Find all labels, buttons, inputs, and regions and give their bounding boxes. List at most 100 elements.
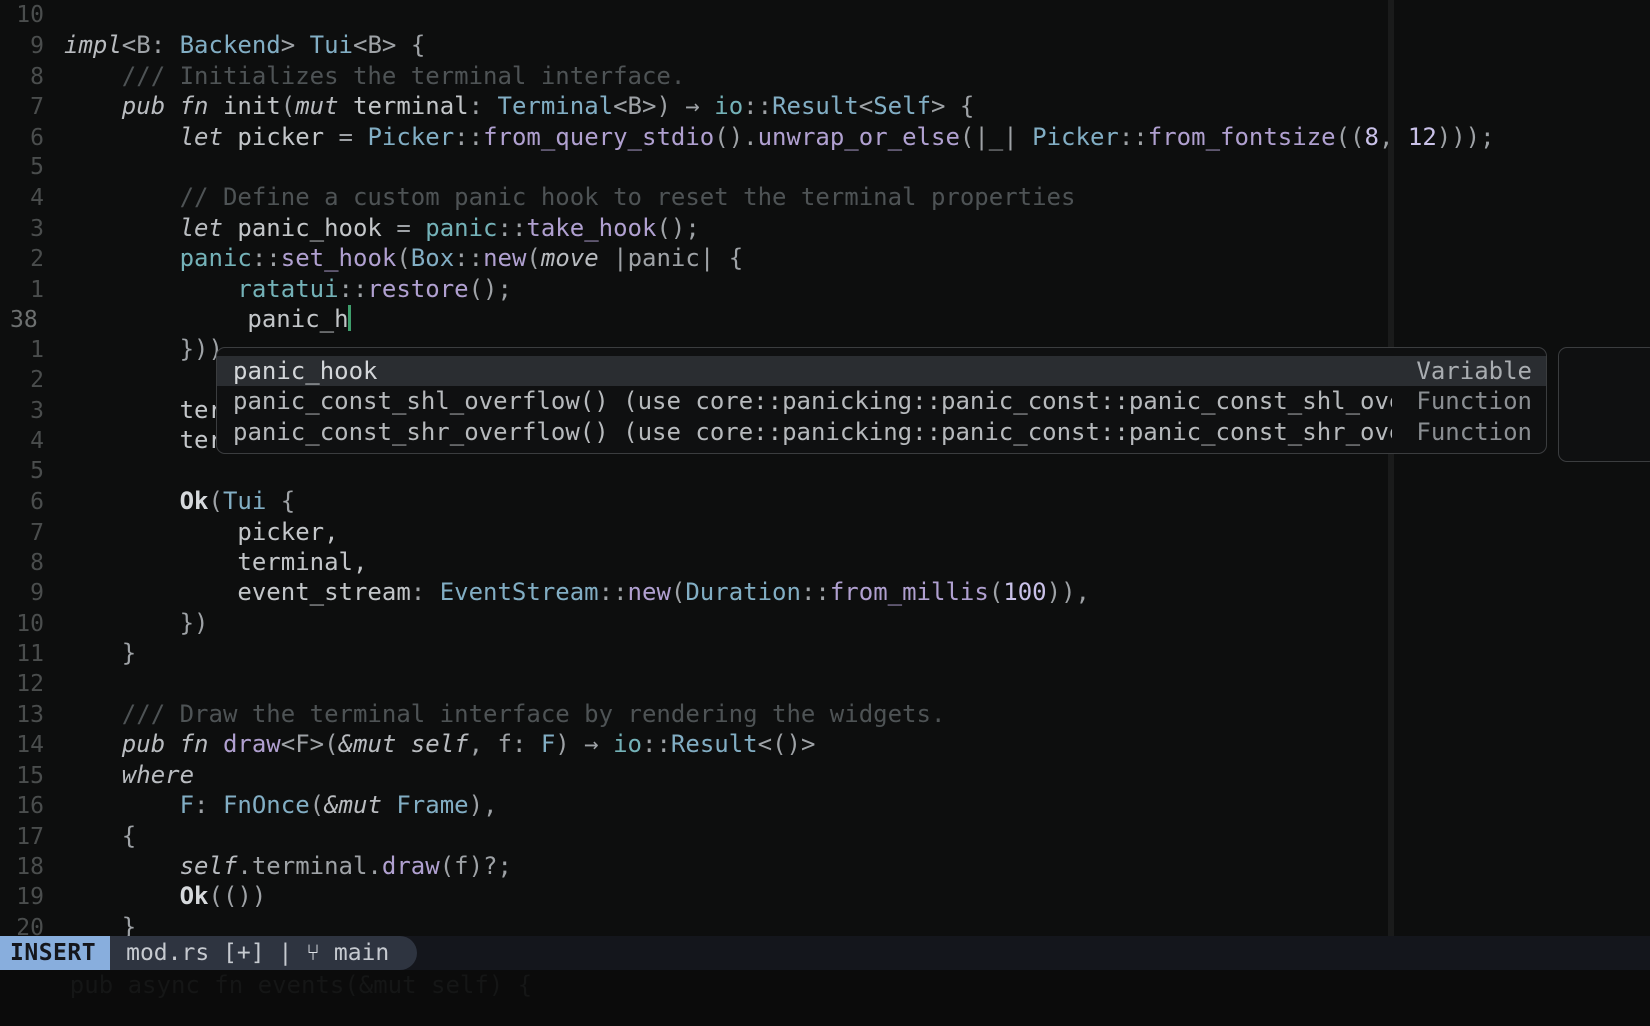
code-token: ::: [497, 213, 527, 242]
code-line[interactable]: 17 {: [0, 821, 1650, 851]
code-line-text: let panic_hook = panic::take_hook();: [44, 213, 700, 243]
code-line[interactable]: 20 }: [0, 912, 1650, 936]
spacer-3: [292, 940, 306, 966]
code-lines-container[interactable]: 10 9 impl<B: Backend> Tui<B> {8 /// Initia…: [0, 0, 1650, 936]
code-line[interactable]: 1 ratatui::restore();: [0, 274, 1650, 304]
code-token: ::: [338, 274, 368, 303]
line-number: 16: [16, 793, 44, 820]
code-token: <()>: [757, 730, 816, 759]
code-line[interactable]: 9 event_stream: EventStream::new(Duratio…: [0, 577, 1650, 607]
code-line-text: impl<B: Backend> Tui<B> {: [44, 30, 425, 60]
git-branch-label: main: [333, 940, 390, 966]
code-line-text: panic_h: [54, 304, 351, 334]
code-line[interactable]: 7 picker,: [0, 517, 1650, 547]
line-number: 4: [30, 185, 44, 212]
code-token: ::: [251, 244, 281, 273]
code-line[interactable]: 19 Ok(()): [0, 881, 1650, 911]
completion-popup[interactable]: panic_hook Variable panic_const_shl_overfl…: [216, 347, 1547, 455]
line-number: 1: [30, 276, 44, 303]
code-line[interactable]: 6 let picker = Picker::from_query_stdio(…: [0, 122, 1650, 152]
code-line[interactable]: 13 /// Draw the terminal interface by re…: [0, 699, 1650, 729]
line-number: 9: [30, 33, 44, 60]
code-line-text: terminal,: [44, 547, 367, 577]
code-line[interactable]: 4 // Define a custom panic hook to reset…: [0, 182, 1650, 212]
code-line[interactable]: 7 pub fn init(mut terminal: Terminal<B>)…: [0, 91, 1650, 121]
code-line[interactable]: 18 self.terminal.draw(f)?;: [0, 851, 1650, 881]
code-line[interactable]: 2 panic::set_hook(Box::new(move |panic| …: [0, 243, 1650, 273]
line-number: 2: [30, 246, 44, 273]
vertical-scrollbar-divider[interactable]: [1388, 0, 1394, 936]
code-line-text: let picker = Picker::from_query_stdio().…: [44, 122, 1495, 152]
code-line-text: pub fn init(mut terminal: Terminal<B>) →…: [44, 91, 975, 121]
code-line[interactable]: 5: [0, 456, 1650, 486]
code-token: :: [194, 791, 223, 820]
code-token: ();: [656, 213, 700, 242]
code-token: from_query_stdio: [483, 122, 715, 151]
code-line[interactable]: 6 Ok(Tui {: [0, 486, 1650, 516]
completion-item-label: panic_const_shr_overflow() (use core::pa…: [233, 417, 1393, 446]
line-number: 3: [30, 215, 44, 242]
code-token: terminal: [353, 92, 469, 121]
statusline-separator: |: [278, 940, 293, 966]
completion-item[interactable]: panic_const_shl_overflow() (use core::pa…: [217, 386, 1546, 416]
code-token: Self: [873, 92, 932, 121]
code-token: panic: [425, 213, 498, 242]
statusline-file-info: mod.rs [+] | ⑂ main: [110, 936, 417, 970]
line-number: 6: [30, 124, 44, 151]
code-token: EventStream: [439, 578, 599, 607]
completion-documentation-panel[interactable]: [1558, 347, 1650, 462]
code-token: from_fontsize: [1147, 122, 1336, 151]
code-line-text: // Define a custom panic hook to reset t…: [44, 182, 1076, 212]
code-token: ::: [454, 122, 484, 151]
line-number: 4: [30, 428, 44, 455]
code-token: , f:: [468, 730, 541, 759]
code-line[interactable]: 16 F: FnOnce(&mut Frame),: [0, 790, 1650, 820]
code-token: Ok: [179, 487, 209, 516]
code-token: move: [540, 244, 614, 273]
code-line[interactable]: 38 panic_h: [0, 304, 1650, 334]
code-token: Ok: [179, 882, 209, 911]
code-token: /// Draw the terminal interface by rende…: [64, 699, 946, 728]
code-line[interactable]: 8 /// Initializes the terminal interface…: [0, 61, 1650, 91]
completion-item-label: panic_hook: [233, 357, 378, 385]
code-token: :: [468, 92, 498, 121]
code-token: ::: [743, 92, 773, 121]
code-token: |panic| {: [613, 244, 744, 273]
code-token: let: [179, 213, 238, 242]
code-token: <: [858, 92, 874, 121]
code-token: picker: [237, 122, 339, 151]
code-token: draw: [222, 730, 281, 759]
code-line[interactable]: 11 }: [0, 638, 1650, 668]
code-token: (()): [208, 882, 267, 911]
code-line[interactable]: 14 pub fn draw<F>(&mut self, f: F) → io:…: [0, 729, 1650, 759]
completion-item[interactable]: panic_hook Variable: [217, 356, 1546, 387]
completion-item[interactable]: panic_const_shr_overflow() (use core::pa…: [217, 417, 1546, 447]
code-line-text: }: [44, 638, 136, 668]
code-token: Picker: [367, 122, 455, 151]
line-number: 3: [30, 398, 44, 425]
code-line-text: /// Initializes the terminal interface.: [44, 61, 686, 91]
code-line[interactable]: 12: [0, 669, 1650, 699]
code-token: mut: [295, 92, 353, 121]
code-token: <F>(: [280, 730, 339, 759]
line-number: 1: [30, 337, 44, 364]
code-line[interactable]: 3 let panic_hook = panic::take_hook();: [0, 213, 1650, 243]
code-line[interactable]: 10 }): [0, 608, 1650, 638]
code-editor-window: 10 9 impl<B: Backend> Tui<B> {8 /// Initia…: [0, 0, 1650, 1026]
line-number: 10: [16, 2, 44, 28]
code-line[interactable]: 15 where: [0, 760, 1650, 790]
code-editing-area[interactable]: 10 9 impl<B: Backend> Tui<B> {8 /// Initia…: [0, 0, 1650, 936]
text-cursor: [347, 304, 351, 331]
code-line[interactable]: 9 impl<B: Backend> Tui<B> {: [0, 30, 1650, 60]
code-line[interactable]: 10: [0, 0, 1650, 30]
completion-items-list[interactable]: panic_hook Variable panic_const_shl_overfl…: [217, 356, 1546, 447]
code-line[interactable]: 5: [0, 152, 1650, 182]
code-token: self: [179, 851, 238, 880]
code-token: io: [613, 730, 643, 759]
code-line[interactable]: 8 terminal,: [0, 547, 1650, 577]
code-token: io: [714, 92, 744, 121]
